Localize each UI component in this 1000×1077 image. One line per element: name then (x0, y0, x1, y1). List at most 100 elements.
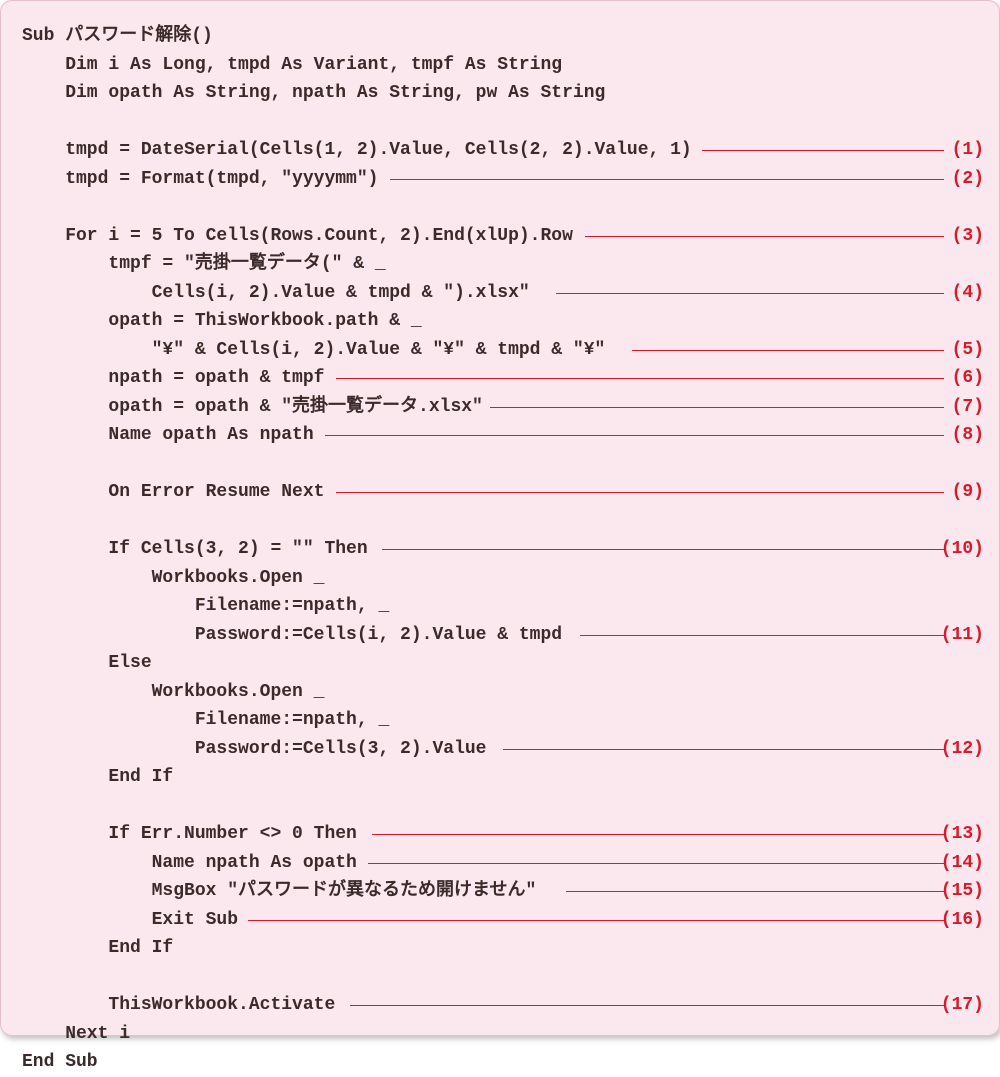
code-text: ThisWorkbook.Activate (0, 991, 335, 1020)
code-line: Name npath As opath (14) (0, 849, 1000, 878)
code-text: Cells(i, 2).Value & tmpd & ").xlsx" (0, 279, 530, 308)
annotation-label: (10) (941, 535, 984, 564)
annotation-label: (5) (952, 336, 984, 365)
code-text: opath = ThisWorkbook.path & _ (0, 307, 422, 336)
code-text: "¥" & Cells(i, 2).Value & "¥" & tmpd & "… (0, 336, 605, 365)
annotation-label: (2) (952, 165, 984, 194)
code-line: "¥" & Cells(i, 2).Value & "¥" & tmpd & "… (0, 336, 1000, 365)
annotation-leader-line (368, 863, 944, 864)
annotation-leader-line (325, 435, 944, 436)
code-text: On Error Resume Next (0, 478, 324, 507)
code-text: tmpf = "売掛一覧データ(" & _ (0, 250, 386, 279)
code-text: Dim opath As String, npath As String, pw… (0, 79, 605, 108)
code-text: Workbooks.Open _ (0, 564, 324, 593)
code-text: Password:=Cells(3, 2).Value (0, 735, 486, 764)
code-line: Filename:=npath, _ (0, 706, 1000, 735)
code-line: If Cells(3, 2) = "" Then (10) (0, 535, 1000, 564)
annotation-label: (14) (941, 849, 984, 878)
annotation-label: (9) (952, 478, 984, 507)
code-text: If Cells(3, 2) = "" Then (0, 535, 368, 564)
annotation-leader-line (632, 350, 944, 351)
annotation-leader-line (390, 179, 944, 180)
annotation-label: (17) (941, 991, 984, 1020)
code-line (0, 507, 1000, 536)
code-text: Name npath As opath (0, 849, 357, 878)
code-line (0, 193, 1000, 222)
code-line: opath = ThisWorkbook.path & _ (0, 307, 1000, 336)
code-line: Dim i As Long, tmpd As Variant, tmpf As … (0, 51, 1000, 80)
code-text (0, 193, 65, 222)
code-line: Exit Sub (16) (0, 906, 1000, 935)
code-line: Password:=Cells(i, 2).Value & tmpd (11) (0, 621, 1000, 650)
code-line: Filename:=npath, _ (0, 592, 1000, 621)
code-text (0, 507, 108, 536)
code-line: tmpd = DateSerial(Cells(1, 2).Value, Cel… (0, 136, 1000, 165)
code-text: Workbooks.Open _ (0, 678, 324, 707)
annotation-label: (16) (941, 906, 984, 935)
annotation-leader-line (336, 492, 944, 493)
code-text: Else (0, 649, 152, 678)
code-line: tmpf = "売掛一覧データ(" & _ (0, 250, 1000, 279)
code-text: Password:=Cells(i, 2).Value & tmpd (0, 621, 562, 650)
annotation-label: (1) (952, 136, 984, 165)
code-text (0, 450, 108, 479)
code-line: Next i (0, 1020, 1000, 1049)
annotation-label: (13) (941, 820, 984, 849)
code-line: MsgBox "パスワードが異なるため開けません" (15) (0, 877, 1000, 906)
annotation-label: (11) (941, 621, 984, 650)
code-line: Workbooks.Open _ (0, 678, 1000, 707)
annotation-label: (3) (952, 222, 984, 251)
code-text: End If (0, 934, 173, 963)
code-panel: Sub パスワード解除() Dim i As Long, tmpd As Var… (0, 0, 1000, 1036)
annotation-leader-line (580, 635, 944, 636)
annotation-leader-line (556, 293, 944, 294)
code-text: Next i (0, 1020, 130, 1049)
annotation-label: (12) (941, 735, 984, 764)
code-text: End Sub (0, 1048, 98, 1077)
annotation-leader-line (490, 407, 944, 408)
annotation-leader-line (702, 150, 944, 151)
code-text: tmpd = DateSerial(Cells(1, 2).Value, Cel… (0, 136, 692, 165)
code-text: For i = 5 To Cells(Rows.Count, 2).End(xl… (0, 222, 573, 251)
annotation-label: (8) (952, 421, 984, 450)
code-line: npath = opath & tmpf (6) (0, 364, 1000, 393)
annotation-label: (15) (941, 877, 984, 906)
code-line (0, 108, 1000, 137)
annotation-label: (4) (952, 279, 984, 308)
code-text: MsgBox "パスワードが異なるため開けません" (0, 877, 536, 906)
code-line: On Error Resume Next (9) (0, 478, 1000, 507)
code-line: Name opath As npath (8) (0, 421, 1000, 450)
code-text: If Err.Number <> 0 Then (0, 820, 357, 849)
annotation-leader-line (585, 236, 944, 237)
code-text: Exit Sub (0, 906, 238, 935)
annotation-leader-line (248, 920, 944, 921)
code-text: Filename:=npath, _ (0, 592, 389, 621)
annotation-label: (7) (952, 393, 984, 422)
code-line: Password:=Cells(3, 2).Value (12) (0, 735, 1000, 764)
code-line: Sub パスワード解除() (0, 22, 1000, 51)
code-line (0, 963, 1000, 992)
annotation-label: (6) (952, 364, 984, 393)
code-line: Else (0, 649, 1000, 678)
annotation-leader-line (372, 834, 944, 835)
code-text: npath = opath & tmpf (0, 364, 324, 393)
code-text (0, 108, 65, 137)
code-text: Name opath As npath (0, 421, 314, 450)
code-line: End If (0, 934, 1000, 963)
code-line: Dim opath As String, npath As String, pw… (0, 79, 1000, 108)
code-line (0, 792, 1000, 821)
annotation-leader-line (350, 1005, 944, 1006)
code-text (0, 792, 108, 821)
code-line: End Sub (0, 1048, 1000, 1077)
code-line (0, 450, 1000, 479)
code-text: Dim i As Long, tmpd As Variant, tmpf As … (0, 51, 562, 80)
code-text: Sub パスワード解除() (0, 22, 213, 51)
annotation-leader-line (336, 378, 944, 379)
code-line: Workbooks.Open _ (0, 564, 1000, 593)
code-text: Filename:=npath, _ (0, 706, 389, 735)
code-line: For i = 5 To Cells(Rows.Count, 2).End(xl… (0, 222, 1000, 251)
code-text: opath = opath & "売掛一覧データ.xlsx" (0, 393, 483, 422)
annotation-leader-line (382, 549, 944, 550)
code-line: ThisWorkbook.Activate (17) (0, 991, 1000, 1020)
code-line: If Err.Number <> 0 Then (13) (0, 820, 1000, 849)
